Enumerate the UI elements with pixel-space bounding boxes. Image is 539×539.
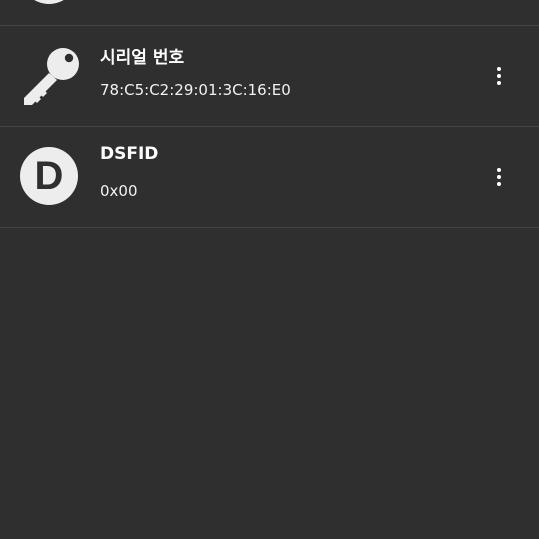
serial-number-value: 78:C5:C2:29:01:3C:16:E0 [100, 81, 291, 99]
more-options-button[interactable] [487, 62, 511, 90]
list-item-partial[interactable] [0, 0, 539, 26]
partial-avatar-icon [20, 0, 78, 4]
key-icon-graphic [24, 48, 79, 105]
more-vert-icon-dot [497, 74, 501, 78]
more-vert-icon-dot [497, 175, 501, 179]
list-item-serial-number[interactable]: 시리얼 번호 78:C5:C2:29:01:3C:16:E0 [0, 26, 539, 127]
serial-number-title: 시리얼 번호 [100, 48, 185, 68]
list-item-dsfid[interactable]: D DSFID 0x00 [0, 127, 539, 228]
key-icon [16, 45, 82, 109]
dsfid-value: 0x00 [100, 182, 138, 200]
more-vert-icon-dot [497, 182, 501, 186]
avatar-letter: D [34, 154, 64, 198]
screen: 시리얼 번호 78:C5:C2:29:01:3C:16:E0 D DSFID 0… [0, 0, 539, 539]
letter-d-avatar-icon: D [20, 147, 78, 205]
more-options-button[interactable] [487, 163, 511, 191]
more-vert-icon [497, 67, 501, 71]
more-vert-icon-dot [497, 81, 501, 85]
dsfid-title: DSFID [100, 144, 159, 164]
more-vert-icon [497, 168, 501, 172]
